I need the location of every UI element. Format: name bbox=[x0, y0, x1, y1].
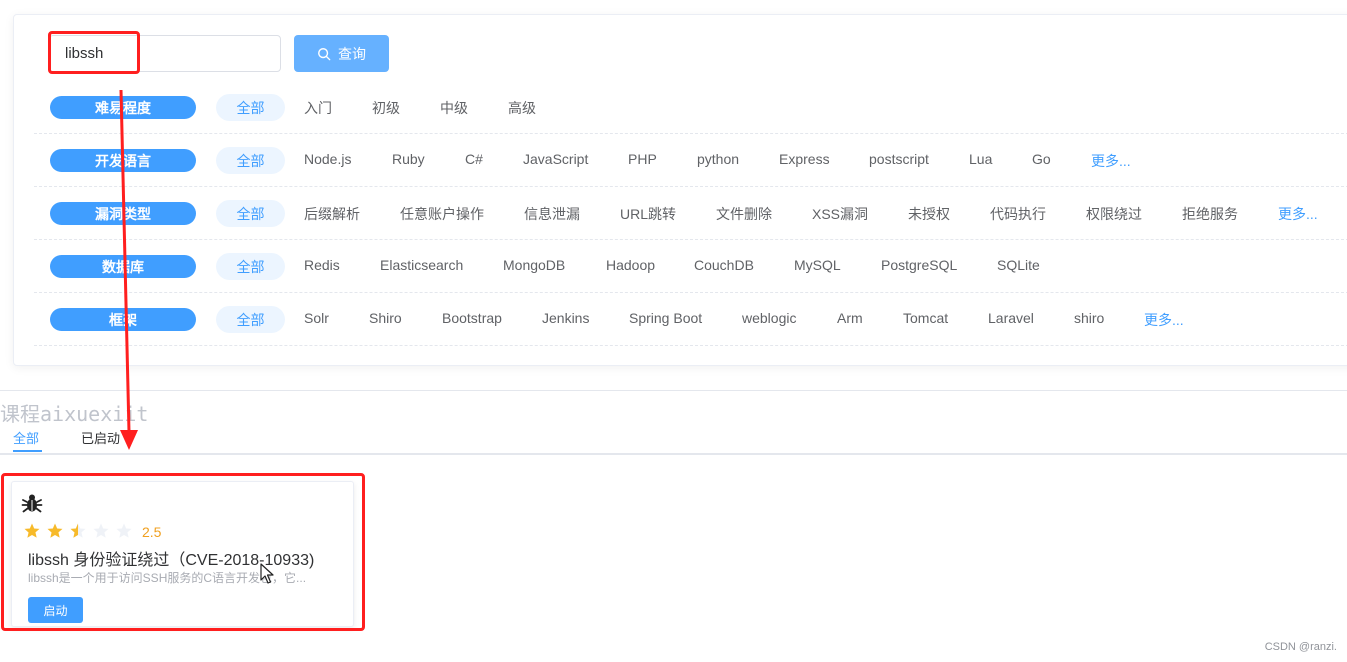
filter-option[interactable]: MongoDB bbox=[503, 257, 565, 273]
filter-option[interactable]: 任意账户操作 bbox=[400, 204, 484, 224]
section-divider bbox=[0, 390, 1347, 391]
filter-panel: 查询 难易程度 全部 入门 初级 中级 高级 开发语言 全部 Node.js R… bbox=[13, 14, 1347, 366]
search-button-label: 查询 bbox=[338, 45, 366, 62]
credit-text: CSDN @ranzi. bbox=[1264, 641, 1337, 653]
filter-option[interactable]: Go bbox=[1032, 151, 1051, 167]
filter-all-framework[interactable]: 全部 bbox=[216, 306, 285, 333]
tab-started[interactable]: 已启动 bbox=[81, 428, 120, 447]
filter-label-difficulty: 难易程度 bbox=[50, 96, 196, 119]
filter-option[interactable]: Ruby bbox=[392, 151, 425, 167]
filter-option[interactable]: 信息泄漏 bbox=[524, 204, 580, 224]
filter-label-vuln-type: 漏洞类型 bbox=[50, 202, 196, 225]
filter-option[interactable]: CouchDB bbox=[694, 257, 754, 273]
filter-option[interactable]: URL跳转 bbox=[620, 204, 676, 224]
watermark: 课程aixuexiit bbox=[0, 402, 149, 426]
filter-more-link[interactable]: 更多... bbox=[1144, 310, 1184, 330]
filter-row-vuln-type: 漏洞类型 全部 后缀解析 任意账户操作 信息泄漏 URL跳转 文件删除 XSS漏… bbox=[34, 187, 1347, 240]
filter-option[interactable]: postscript bbox=[869, 151, 929, 167]
filter-option[interactable]: Elasticsearch bbox=[380, 257, 463, 273]
star-half-icon bbox=[70, 523, 86, 538]
filter-option[interactable]: Bootstrap bbox=[442, 310, 502, 326]
filter-option[interactable]: PostgreSQL bbox=[881, 257, 957, 273]
filter-option[interactable]: 文件删除 bbox=[716, 204, 772, 224]
filter-option[interactable]: 后缀解析 bbox=[304, 204, 360, 224]
filter-label-database: 数据库 bbox=[50, 255, 196, 278]
tab-all[interactable]: 全部 bbox=[13, 428, 39, 447]
star-icon bbox=[47, 523, 63, 538]
filter-option[interactable]: shiro bbox=[1074, 310, 1104, 326]
filter-option[interactable]: XSS漏洞 bbox=[812, 204, 868, 224]
filter-option[interactable]: 权限绕过 bbox=[1086, 204, 1142, 224]
filter-option[interactable]: Spring Boot bbox=[629, 310, 702, 326]
filter-option[interactable]: MySQL bbox=[794, 257, 841, 273]
filter-option[interactable]: 拒绝服务 bbox=[1182, 204, 1238, 224]
filter-option[interactable]: Solr bbox=[304, 310, 329, 326]
search-button[interactable]: 查询 bbox=[294, 35, 389, 72]
filter-option[interactable]: Arm bbox=[837, 310, 863, 326]
filter-option[interactable]: 中级 bbox=[440, 98, 468, 118]
filter-row-difficulty: 难易程度 全部 入门 初级 中级 高级 bbox=[34, 81, 1347, 134]
filter-all-database[interactable]: 全部 bbox=[216, 253, 285, 280]
filter-option[interactable]: Hadoop bbox=[606, 257, 655, 273]
filter-option[interactable]: 初级 bbox=[372, 98, 400, 118]
tabs-divider bbox=[0, 453, 1347, 455]
star-icon bbox=[24, 523, 40, 538]
filter-label-framework: 框架 bbox=[50, 308, 196, 331]
filter-option[interactable]: C# bbox=[465, 151, 483, 167]
active-tab-indicator bbox=[13, 450, 42, 452]
search-icon bbox=[318, 47, 331, 60]
filter-all-difficulty[interactable]: 全部 bbox=[216, 94, 285, 121]
filter-more-link[interactable]: 更多... bbox=[1278, 204, 1318, 224]
filter-all-language[interactable]: 全部 bbox=[216, 147, 285, 174]
filter-option[interactable]: 高级 bbox=[508, 98, 536, 118]
search-input[interactable] bbox=[49, 35, 281, 72]
star-empty-icon bbox=[93, 523, 109, 538]
bug-icon bbox=[21, 494, 43, 513]
filter-row-language: 开发语言 全部 Node.js Ruby C# JavaScript PHP p… bbox=[34, 134, 1347, 187]
filter-more-link[interactable]: 更多... bbox=[1091, 151, 1131, 171]
filter-option[interactable]: Tomcat bbox=[903, 310, 948, 326]
mouse-cursor-icon bbox=[260, 563, 274, 584]
filter-option[interactable]: Shiro bbox=[369, 310, 402, 326]
star-empty-icon bbox=[116, 523, 132, 538]
filter-option[interactable]: JavaScript bbox=[523, 151, 588, 167]
filter-option[interactable]: Lua bbox=[969, 151, 992, 167]
rating-value: 2.5 bbox=[142, 524, 162, 540]
filter-option[interactable]: SQLite bbox=[997, 257, 1040, 273]
course-description: libssh是一个用于访问SSH服务的C语言开发包，它... bbox=[28, 571, 307, 585]
filter-label-language: 开发语言 bbox=[50, 149, 196, 172]
filter-row-database: 数据库 全部 Redis Elasticsearch MongoDB Hadoo… bbox=[34, 240, 1347, 293]
filter-option[interactable]: python bbox=[697, 151, 739, 167]
filter-option[interactable]: Express bbox=[779, 151, 830, 167]
filter-option[interactable]: Laravel bbox=[988, 310, 1034, 326]
filter-option[interactable]: 代码执行 bbox=[990, 204, 1046, 224]
filter-all-vuln-type[interactable]: 全部 bbox=[216, 200, 285, 227]
filter-option[interactable]: PHP bbox=[628, 151, 657, 167]
filter-option[interactable]: Jenkins bbox=[542, 310, 589, 326]
filter-option[interactable]: Redis bbox=[304, 257, 340, 273]
start-button[interactable]: 启动 bbox=[28, 597, 83, 623]
filter-row-framework: 框架 全部 Solr Shiro Bootstrap Jenkins Sprin… bbox=[34, 293, 1347, 346]
filter-option[interactable]: 未授权 bbox=[908, 204, 950, 224]
filter-option[interactable]: weblogic bbox=[742, 310, 796, 326]
course-card[interactable]: 2.5 libssh 身份验证绕过（CVE-2018-10933) libssh… bbox=[11, 481, 354, 627]
filter-option[interactable]: Node.js bbox=[304, 151, 351, 167]
filter-option[interactable]: 入门 bbox=[304, 98, 332, 118]
rating-stars bbox=[23, 522, 133, 540]
